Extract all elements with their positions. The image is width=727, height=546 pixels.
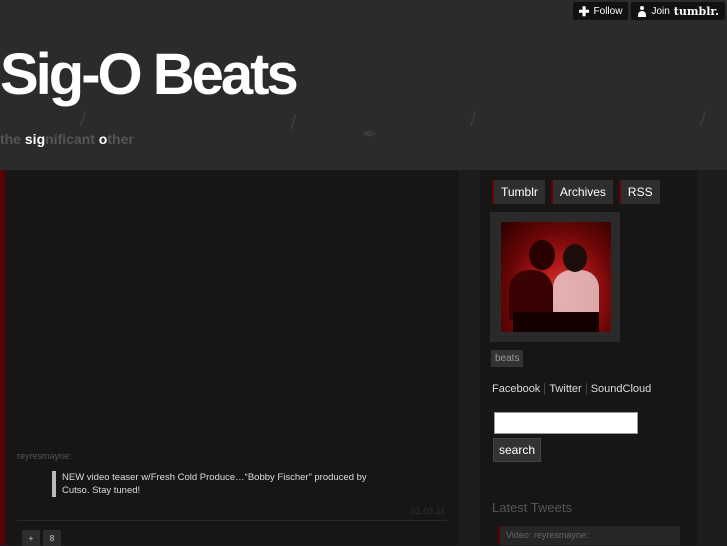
tumblr-controls: ✚ Follow Join tumblr. <box>572 2 725 20</box>
header: / / ✒ / / Sig-O Beats the significant ot… <box>0 0 727 170</box>
facebook-link[interactable]: Facebook <box>492 383 540 395</box>
avatar-frame <box>490 212 620 342</box>
latest-tweets-heading: Latest Tweets <box>492 500 572 515</box>
tagline-part: nificant <box>45 131 99 147</box>
follow-button[interactable]: ✚ Follow <box>572 2 629 20</box>
sidebar: Tumblr Archives RSS beats Facebook Twitt… <box>480 170 697 545</box>
search-button[interactable]: search <box>493 438 542 462</box>
tag-beats[interactable]: beats <box>491 350 524 367</box>
divider <box>585 383 587 395</box>
post-username: reyresmayne: <box>17 451 72 461</box>
join-tumblr-button[interactable]: Join tumblr. <box>631 2 725 20</box>
tumblr-brand: tumblr. <box>673 4 719 18</box>
tweet-item[interactable]: Video: reyresmayne: <box>498 526 680 545</box>
avatar[interactable] <box>501 222 611 332</box>
person-icon <box>637 5 647 17</box>
nav-rss[interactable]: RSS <box>618 180 660 204</box>
site-title[interactable]: Sig-O Beats <box>0 40 299 110</box>
search-input[interactable] <box>494 412 638 434</box>
social-links: Facebook Twitter SoundCloud <box>492 383 651 395</box>
join-label: Join <box>651 5 670 17</box>
tagline-highlight: sig <box>24 131 46 147</box>
decor-slash: / <box>700 108 707 129</box>
decor-slash: / <box>290 112 297 133</box>
decor-mark: ✒ <box>362 124 378 145</box>
post-quote: NEW video teaser w/Fresh Cold Produce…“B… <box>52 471 392 497</box>
tagline-part: the <box>0 131 25 147</box>
decor-slash: / <box>470 108 477 129</box>
tagline: the significant other <box>0 131 134 147</box>
twitter-link[interactable]: Twitter <box>549 383 581 395</box>
follow-label: Follow <box>593 5 623 17</box>
divider <box>17 520 447 521</box>
post-area: reyresmayne: NEW video teaser w/Fresh Co… <box>0 170 459 546</box>
add-note-button[interactable]: + <box>22 530 40 546</box>
nav-archives[interactable]: Archives <box>550 180 613 204</box>
decor-slash: / <box>80 108 87 129</box>
tagline-part: ther <box>107 131 134 147</box>
divider <box>544 383 546 395</box>
post-date[interactable]: 01.03.11 <box>411 506 445 516</box>
sidebar-nav: Tumblr Archives RSS <box>492 180 660 204</box>
post-username-link[interactable]: reyresmayne <box>17 451 69 461</box>
plus-icon: ✚ <box>578 3 590 19</box>
nav-tumblr[interactable]: Tumblr <box>492 180 545 204</box>
notes-count-button[interactable]: 8 <box>43 530 61 546</box>
soundcloud-link[interactable]: SoundCloud <box>591 383 652 395</box>
